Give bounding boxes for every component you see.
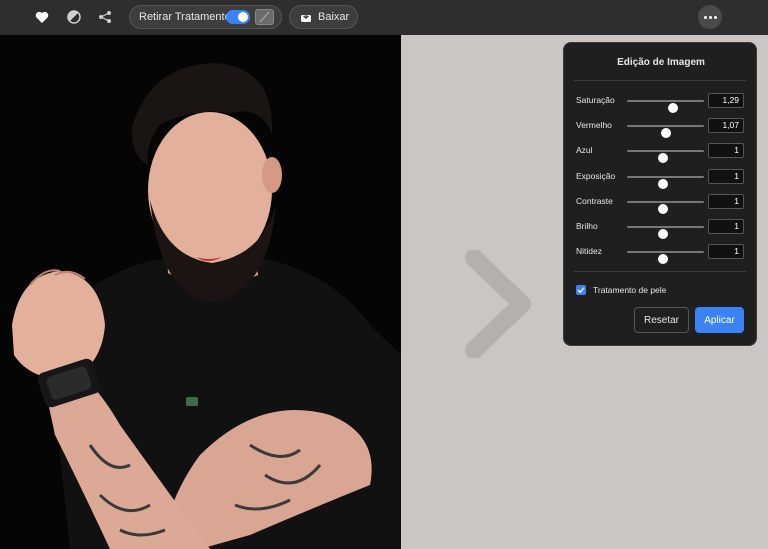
slider-value-input[interactable]: 1 [708, 219, 744, 234]
slider-track[interactable] [627, 251, 704, 265]
slider-thumb[interactable] [658, 254, 669, 265]
slider-label: Nitidez [576, 246, 602, 257]
slider-thumb[interactable] [661, 128, 672, 139]
remove-treatment-toggle[interactable] [226, 10, 250, 24]
slider-label: Brilho [576, 221, 598, 231]
slider-row: Nitidez 1 [576, 244, 746, 265]
remove-treatment-control: Retirar Tratamento [129, 5, 282, 29]
compare-icon[interactable] [255, 9, 274, 25]
slider-thumb[interactable] [658, 153, 669, 164]
slider-row: Brilho 1 [576, 219, 746, 239]
image-editing-panel: Edição de Imagem Saturação 1,29 Vermelho 1,… [563, 42, 757, 346]
skin-treatment-label: Tratamento de pele [593, 285, 667, 295]
divider [574, 271, 746, 272]
slider-track[interactable] [627, 125, 704, 139]
slider-track[interactable] [627, 175, 704, 189]
slider-value-input[interactable]: 1 [708, 244, 744, 260]
share-icon[interactable] [96, 8, 114, 26]
slider-label: Azul [576, 145, 593, 156]
skin-treatment-checkbox[interactable] [576, 285, 586, 295]
heart-icon[interactable] [33, 8, 51, 26]
photo-preview [0, 35, 401, 549]
divider [574, 80, 746, 81]
slider-row: Vermelho 1,07 [576, 118, 746, 139]
slider-value-input[interactable]: 1 [708, 168, 744, 184]
slider-thumb[interactable] [658, 178, 669, 189]
top-toolbar: Retirar Tratamento Baixar [0, 0, 768, 35]
slider-track[interactable] [627, 150, 704, 164]
slider-value-input[interactable]: 1,07 [708, 118, 744, 134]
slider-track[interactable] [627, 100, 704, 113]
slider-track[interactable] [627, 200, 704, 214]
slider-row: Contraste 1 [576, 193, 746, 214]
slider-thumb[interactable] [658, 229, 669, 239]
reset-button[interactable]: Resetar [634, 307, 689, 333]
slider-value-input[interactable]: 1,29 [708, 93, 744, 108]
slider-row: Saturação 1,29 [576, 93, 746, 113]
download-button[interactable]: Baixar [289, 5, 358, 29]
slider-label: Vermelho [576, 120, 612, 131]
slider-thumb[interactable] [668, 103, 679, 113]
more-options-icon[interactable] [698, 5, 722, 29]
toggle-knob [238, 12, 248, 22]
slider-label: Exposição [576, 170, 616, 181]
panel-title: Edição de Imagem [617, 57, 705, 68]
slider-label: Saturação [576, 95, 615, 105]
apply-button[interactable]: Aplicar [695, 307, 744, 333]
slider-value-input[interactable]: 1 [708, 193, 744, 209]
chevron-right-icon [465, 250, 531, 358]
download-label: Baixar [318, 11, 350, 23]
slider-value-input[interactable]: 1 [708, 143, 744, 159]
slider-row: Azul 1 [576, 143, 746, 164]
portrait-image [0, 35, 401, 549]
skin-treatment-option[interactable]: Tratamento de pele [576, 283, 666, 297]
slider-label: Contraste [576, 195, 613, 206]
slider-thumb[interactable] [658, 203, 669, 214]
slider-track[interactable] [627, 226, 704, 239]
slider-row: Exposição 1 [576, 168, 746, 189]
remove-treatment-label: Retirar Tratamento [139, 11, 231, 23]
download-icon [301, 12, 311, 22]
contrast-icon[interactable] [65, 8, 83, 26]
